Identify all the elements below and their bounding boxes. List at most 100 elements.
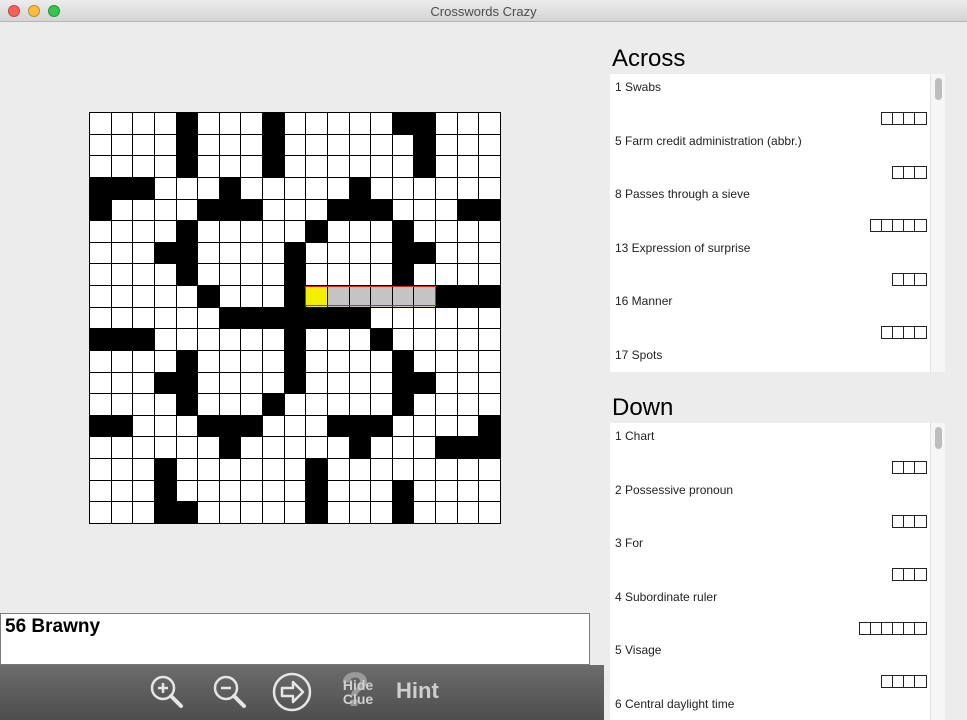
- answer-box[interactable]: [893, 166, 904, 178]
- answer-box[interactable]: [882, 113, 893, 124]
- grid-cell[interactable]: [327, 177, 349, 199]
- grid-cell[interactable]: [284, 502, 306, 523]
- grid-cell[interactable]: [436, 480, 457, 502]
- answer-boxes[interactable]: [892, 461, 927, 474]
- grid-cell[interactable]: [90, 286, 111, 307]
- grid-cell[interactable]: [241, 134, 263, 156]
- across-scrollbar[interactable]: [930, 74, 945, 372]
- grid-cell[interactable]: [133, 221, 154, 242]
- answer-box[interactable]: [904, 273, 915, 285]
- grid-cell[interactable]: [392, 134, 414, 156]
- grid-cell[interactable]: [436, 156, 457, 177]
- grid-cell[interactable]: [111, 264, 133, 286]
- grid-cell[interactable]: [198, 350, 219, 372]
- answer-box[interactable]: [915, 273, 926, 285]
- grid-cell[interactable]: [154, 350, 176, 372]
- answer-box[interactable]: [915, 113, 926, 124]
- grid-cell[interactable]: [414, 199, 436, 221]
- grid-cell[interactable]: [457, 329, 479, 350]
- grid-cell[interactable]: [111, 394, 133, 415]
- grid-cell[interactable]: [327, 480, 349, 502]
- grid-cell[interactable]: [241, 350, 263, 372]
- grid-cell[interactable]: [284, 177, 306, 199]
- grid-cell[interactable]: [306, 329, 327, 350]
- grid-cell[interactable]: [241, 264, 263, 286]
- grid-cell[interactable]: [284, 199, 306, 221]
- grid-cell[interactable]: [198, 437, 219, 459]
- down-scrollbar[interactable]: [930, 423, 945, 720]
- answer-box[interactable]: [893, 462, 904, 473]
- grid-cell[interactable]: [414, 502, 436, 523]
- grid-cell[interactable]: [284, 415, 306, 437]
- grid-cell[interactable]: [133, 394, 154, 415]
- grid-cell[interactable]: [241, 113, 263, 134]
- grid-cell[interactable]: [457, 459, 479, 480]
- grid-cell[interactable]: [457, 502, 479, 523]
- grid-cell[interactable]: [392, 459, 414, 480]
- grid-cell[interactable]: [371, 113, 392, 134]
- grid-cell[interactable]: [284, 394, 306, 415]
- grid-cell[interactable]: [111, 372, 133, 394]
- grid-cell[interactable]: [392, 329, 414, 350]
- grid-cell[interactable]: [198, 156, 219, 177]
- grid-cell[interactable]: [198, 221, 219, 242]
- grid-cell[interactable]: [154, 286, 176, 307]
- grid-cell[interactable]: [176, 415, 198, 437]
- answer-box[interactable]: [915, 166, 926, 178]
- grid-cell[interactable]: [457, 372, 479, 394]
- grid-cell[interactable]: [371, 459, 392, 480]
- answer-box[interactable]: [915, 220, 926, 231]
- grid-cell[interactable]: [263, 459, 284, 480]
- grid-cell[interactable]: [479, 156, 500, 177]
- grid-cell[interactable]: [219, 242, 241, 264]
- grid-cell[interactable]: [111, 459, 133, 480]
- grid-cell[interactable]: [349, 372, 371, 394]
- answer-box[interactable]: [915, 462, 926, 473]
- answer-box[interactable]: [904, 569, 915, 580]
- grid-cell[interactable]: [133, 350, 154, 372]
- grid-cell[interactable]: [111, 156, 133, 177]
- grid-cell[interactable]: [241, 242, 263, 264]
- grid-cell[interactable]: [436, 134, 457, 156]
- grid-cell[interactable]: [154, 264, 176, 286]
- grid-cell[interactable]: [371, 134, 392, 156]
- grid-cell[interactable]: [90, 372, 111, 394]
- grid-cell[interactable]: [479, 113, 500, 134]
- grid-cell[interactable]: [263, 350, 284, 372]
- grid-cell-selected-word[interactable]: [327, 286, 349, 307]
- grid-cell[interactable]: [133, 502, 154, 523]
- grid-cell[interactable]: [392, 415, 414, 437]
- grid-cell[interactable]: [284, 437, 306, 459]
- grid-cell[interactable]: [198, 307, 219, 329]
- grid-cell[interactable]: [457, 264, 479, 286]
- down-clue-item[interactable]: 1 Chart: [610, 423, 930, 477]
- grid-cell[interactable]: [111, 134, 133, 156]
- grid-cell[interactable]: [414, 415, 436, 437]
- grid-cell[interactable]: [392, 177, 414, 199]
- grid-cell[interactable]: [414, 307, 436, 329]
- grid-cell[interactable]: [306, 415, 327, 437]
- grid-cell[interactable]: [371, 350, 392, 372]
- grid-cell[interactable]: [133, 264, 154, 286]
- grid-cell[interactable]: [349, 134, 371, 156]
- grid-cell[interactable]: [306, 264, 327, 286]
- grid-cell[interactable]: [111, 480, 133, 502]
- grid-cell[interactable]: [263, 242, 284, 264]
- grid-cell[interactable]: [457, 350, 479, 372]
- grid-cell[interactable]: [198, 394, 219, 415]
- grid-cell[interactable]: [133, 480, 154, 502]
- grid-cell[interactable]: [219, 264, 241, 286]
- answer-box[interactable]: [893, 676, 904, 687]
- grid-cell[interactable]: [111, 242, 133, 264]
- answer-box[interactable]: [915, 569, 926, 580]
- grid-cell[interactable]: [198, 372, 219, 394]
- grid-cell[interactable]: [241, 177, 263, 199]
- grid-cell[interactable]: [133, 286, 154, 307]
- answer-box[interactable]: [882, 622, 893, 634]
- grid-cell[interactable]: [241, 502, 263, 523]
- grid-cell[interactable]: [263, 177, 284, 199]
- grid-cell[interactable]: [436, 502, 457, 523]
- grid-cell[interactable]: [436, 199, 457, 221]
- answer-box[interactable]: [893, 622, 904, 634]
- grid-cell[interactable]: [414, 437, 436, 459]
